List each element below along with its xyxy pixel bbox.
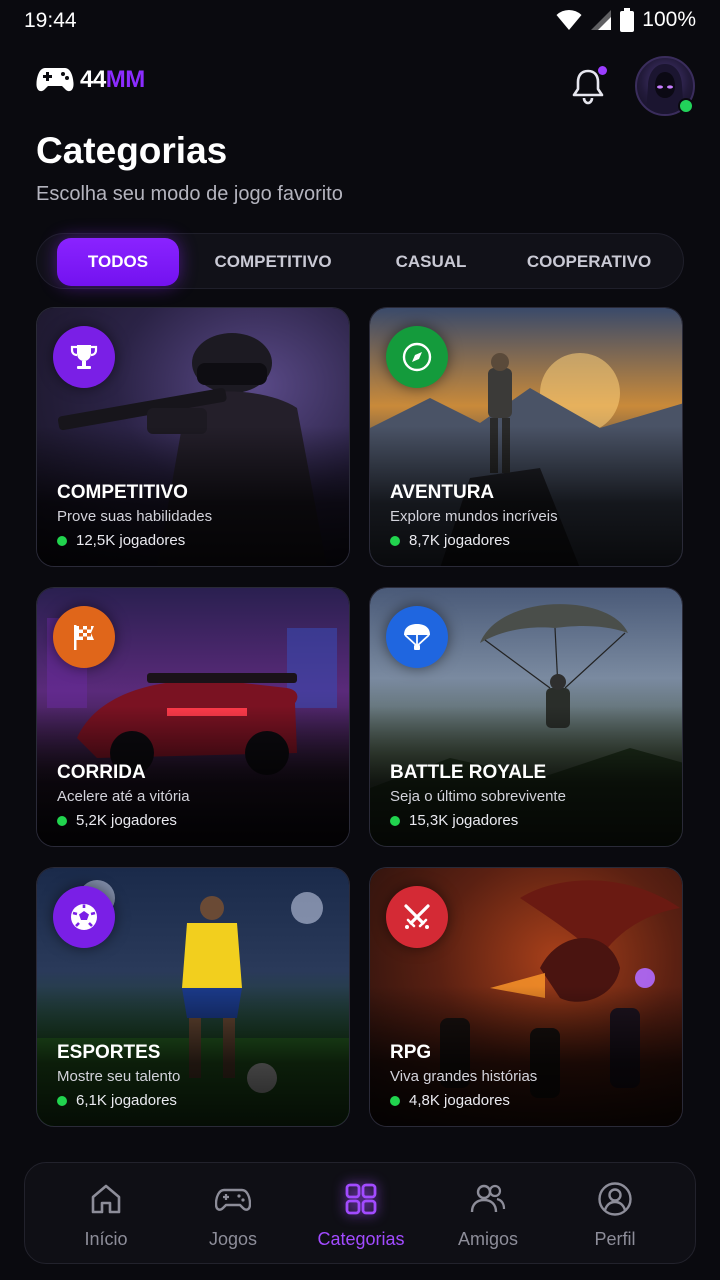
card-description: Mostre seu talento	[57, 1068, 181, 1085]
online-dot	[57, 1095, 67, 1106]
home-icon	[91, 1184, 121, 1214]
card-player-count: 6,1K jogadores	[57, 1092, 177, 1109]
crossed-swords-icon	[386, 886, 448, 948]
profile-icon	[598, 1182, 632, 1216]
trophy-icon	[53, 326, 115, 388]
tab-cooperativo[interactable]: COOPERATIVO	[515, 238, 663, 286]
card-title: CORRIDA	[57, 762, 146, 783]
category-card-battle-royale[interactable]: BATTLE ROYALE Seja o último sobrevivente…	[369, 587, 683, 847]
card-player-count: 15,3K jogadores	[390, 812, 518, 829]
grid-icon	[345, 1183, 377, 1215]
notification-badge	[598, 66, 607, 75]
category-card-corrida[interactable]: CORRIDA Acelere até a vitória 5,2K jogad…	[36, 587, 350, 847]
logo-text: 44MM	[80, 66, 145, 93]
page-subtitle: Escolha seu modo de jogo favorito	[36, 183, 343, 205]
soccer-ball-icon	[53, 886, 115, 948]
nav-label: Início	[84, 1229, 128, 1249]
card-title: ESPORTES	[57, 1042, 161, 1063]
card-title: BATTLE ROYALE	[390, 762, 547, 783]
wifi-icon	[556, 9, 582, 30]
gamepad-icon	[215, 1188, 251, 1211]
card-description: Explore mundos incríveis	[390, 508, 558, 525]
nav-label: Amigos	[457, 1229, 519, 1249]
category-card-aventura[interactable]: AVENTURA Explore mundos incríveis 8,7K j…	[369, 307, 683, 567]
category-filter-tabs: TODOS COMPETITIVO CASUAL COOPERATIVO	[36, 233, 684, 289]
nav-item-categorias[interactable]: Categorias	[301, 1163, 421, 1265]
page-title: Categorias	[36, 130, 228, 171]
tab-competitivo[interactable]: COMPETITIVO	[201, 238, 345, 286]
card-description: Seja o último sobrevivente	[390, 788, 566, 805]
online-dot	[390, 815, 400, 826]
status-bar: 19:44 100%	[0, 0, 720, 44]
card-description: Prove suas habilidades	[57, 508, 213, 525]
card-description: Acelere até a vitória	[57, 788, 190, 805]
card-player-count: 4,8K jogadores	[390, 1092, 510, 1109]
online-dot	[57, 815, 67, 826]
card-title: AVENTURA	[390, 482, 495, 503]
online-dot	[390, 535, 400, 546]
card-title: RPG	[390, 1042, 432, 1063]
card-player-count: 12,5K jogadores	[57, 532, 185, 549]
category-card-competitivo[interactable]: COMPETITIVO Prove suas habilidades 12,5K…	[36, 307, 350, 567]
online-dot	[57, 535, 67, 546]
status-icons: 100%	[556, 8, 696, 32]
category-card-esportes[interactable]: ESPORTES Mostre seu talento 6,1K jogador…	[36, 867, 350, 1127]
card-description: Viva grandes histórias	[390, 1068, 538, 1085]
nav-item-amigos[interactable]: Amigos	[428, 1163, 548, 1265]
bottom-navigation: Início Jogos Categorias Amigos Perfil	[24, 1162, 696, 1264]
checkered-flag-icon	[53, 606, 115, 668]
compass-icon	[386, 326, 448, 388]
battery-percent: 100%	[642, 8, 696, 31]
nav-label: Perfil	[594, 1229, 636, 1249]
gamepad-logo-icon	[36, 68, 74, 92]
card-player-count: 8,7K jogadores	[390, 532, 510, 549]
status-time: 19:44	[24, 9, 77, 32]
tab-casual[interactable]: CASUAL	[371, 238, 491, 286]
nav-item-perfil[interactable]: Perfil	[555, 1163, 675, 1265]
nav-item-inicio[interactable]: Início	[46, 1163, 166, 1265]
nav-label: Jogos	[208, 1229, 258, 1249]
parachute-icon	[386, 606, 448, 668]
friends-icon	[470, 1184, 506, 1213]
nav-label: Categorias	[317, 1229, 405, 1249]
signal-icon	[591, 10, 612, 30]
tab-todos[interactable]: TODOS	[57, 238, 179, 286]
app-logo[interactable]: 44MM	[36, 66, 145, 94]
battery-icon	[620, 8, 635, 32]
category-card-rpg[interactable]: RPG Viva grandes histórias 4,8K jogadore…	[369, 867, 683, 1127]
online-dot	[390, 1095, 400, 1106]
card-title: COMPETITIVO	[57, 482, 188, 503]
card-player-count: 5,2K jogadores	[57, 812, 177, 829]
nav-item-jogos[interactable]: Jogos	[173, 1163, 293, 1265]
online-status-dot	[678, 98, 694, 114]
